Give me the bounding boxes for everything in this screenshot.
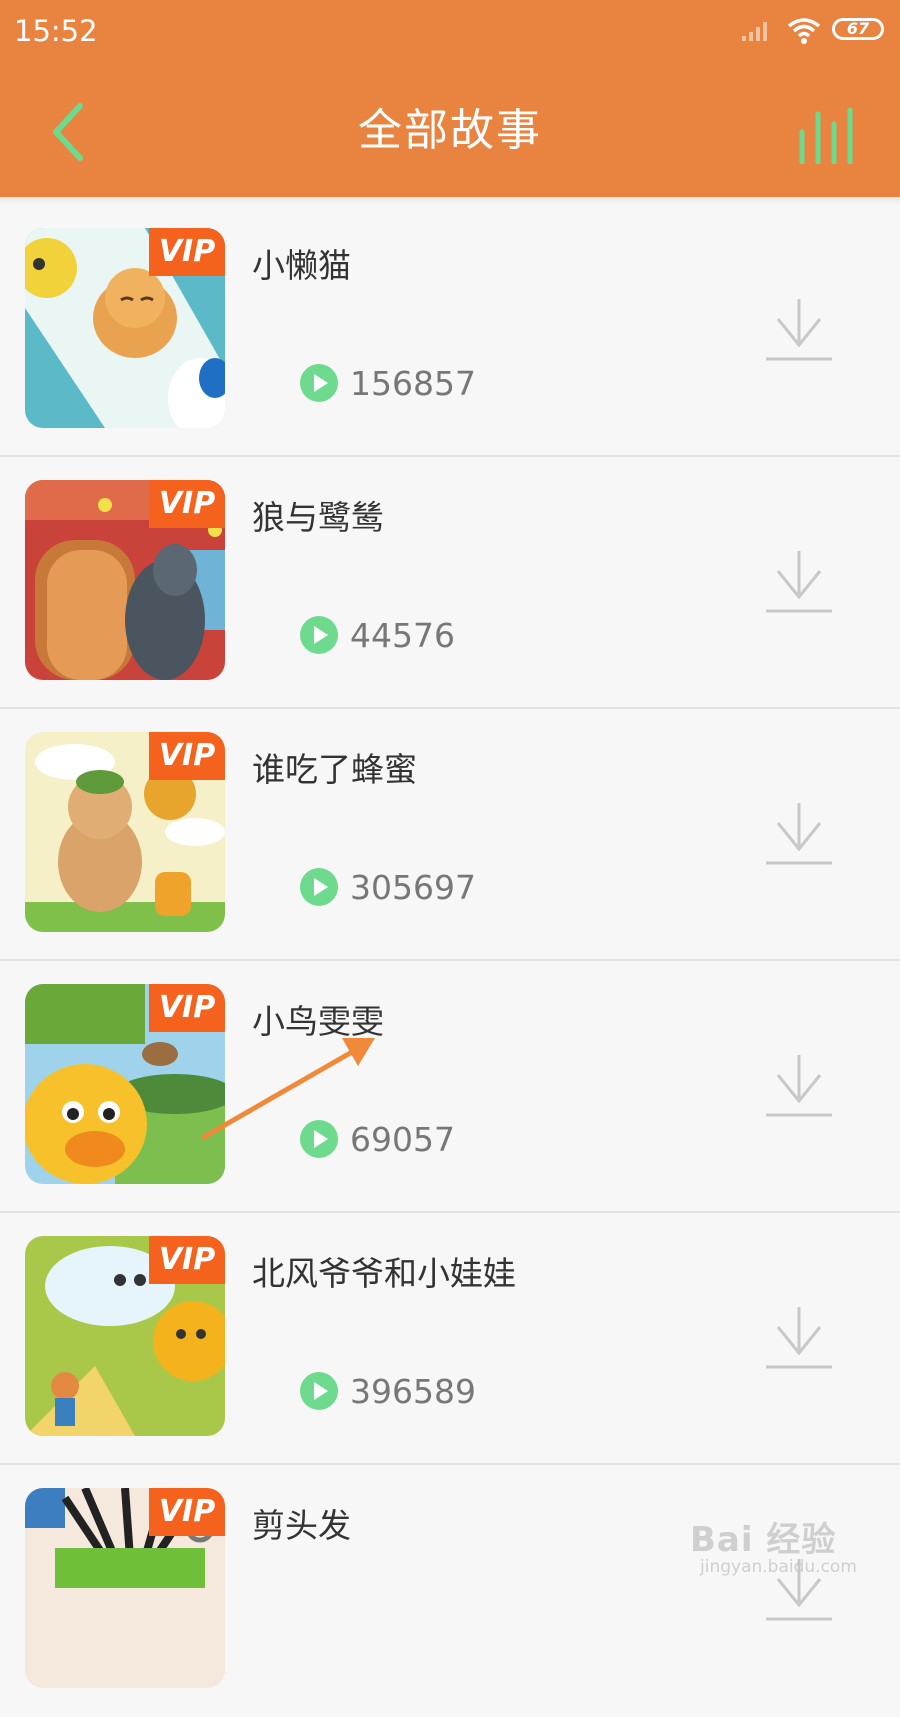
equalizer-button[interactable] xyxy=(794,104,864,165)
play-count: 396589 xyxy=(300,1371,476,1411)
top-bar: 15:52 67 全部故事 xyxy=(0,0,900,197)
download-button[interactable] xyxy=(764,801,834,867)
play-icon xyxy=(300,1372,338,1410)
play-count-value: 156857 xyxy=(350,363,476,403)
play-count-value: 305697 xyxy=(350,867,476,907)
vip-badge: VIP xyxy=(149,1236,225,1284)
download-button[interactable] xyxy=(764,1053,834,1119)
play-count: 156857 xyxy=(300,363,476,403)
header-shadow xyxy=(0,197,900,205)
play-count: 305697 xyxy=(300,867,476,907)
page-title: 全部故事 xyxy=(358,105,542,156)
vip-badge: VIP xyxy=(149,228,225,276)
wifi-icon xyxy=(787,18,821,44)
download-icon xyxy=(766,299,832,361)
story-list: VIP 小懒猫 156857 VIP 狼与鹭鸶 44576 VIP 谁吃了蜂蜜 … xyxy=(0,205,900,1717)
story-title: 小鸟雯雯 xyxy=(252,1002,384,1041)
story-title: 谁吃了蜂蜜 xyxy=(252,750,417,789)
download-button[interactable] xyxy=(764,549,834,615)
status-bar: 15:52 67 xyxy=(0,0,900,64)
play-icon xyxy=(300,616,338,654)
vip-badge: VIP xyxy=(149,480,225,528)
download-icon xyxy=(766,1307,832,1369)
vip-badge: VIP xyxy=(149,732,225,780)
story-cover-image: VIP xyxy=(25,228,225,428)
story-cover-image: VIP xyxy=(25,1236,225,1436)
watermark-brand: Bai 经验 xyxy=(690,1520,837,1560)
download-icon xyxy=(766,803,832,865)
story-cover-image: VIP xyxy=(25,1488,225,1688)
story-item[interactable]: VIP 北风爷爷和小娃娃 396589 xyxy=(0,1213,900,1465)
vip-badge: VIP xyxy=(149,984,225,1032)
story-item[interactable]: VIP 谁吃了蜂蜜 305697 xyxy=(0,709,900,961)
play-count-value: 396589 xyxy=(350,1371,476,1411)
play-count: 69057 xyxy=(300,1119,455,1159)
download-icon xyxy=(766,551,832,613)
story-cover-image: VIP xyxy=(25,480,225,680)
battery-icon: 67 xyxy=(832,18,884,40)
story-cover-image: VIP xyxy=(25,732,225,932)
battery-level: 67 xyxy=(846,19,870,38)
story-title: 狼与鹭鸶 xyxy=(252,498,384,537)
watermark-url: jingyan.baidu.com xyxy=(700,1557,857,1577)
download-button[interactable] xyxy=(764,297,834,363)
download-button[interactable] xyxy=(764,1305,834,1371)
equalizer-icon xyxy=(799,107,853,165)
story-title: 北风爷爷和小娃娃 xyxy=(252,1254,516,1293)
story-item[interactable]: VIP 狼与鹭鸶 44576 xyxy=(0,457,900,709)
play-count-value: 69057 xyxy=(350,1119,455,1159)
story-title: 剪头发 xyxy=(252,1506,351,1545)
status-time: 15:52 xyxy=(14,14,98,48)
story-item[interactable]: VIP 小鸟雯雯 69057 xyxy=(0,961,900,1213)
download-icon xyxy=(766,1055,832,1117)
play-icon xyxy=(300,868,338,906)
play-icon xyxy=(300,364,338,402)
play-icon xyxy=(300,1120,338,1158)
play-count-value: 44576 xyxy=(350,615,455,655)
story-cover-image: VIP xyxy=(25,984,225,1184)
nav-bar: 全部故事 xyxy=(0,64,900,197)
signal-icon xyxy=(742,22,767,41)
story-title: 小懒猫 xyxy=(252,246,351,285)
story-item[interactable]: VIP 小懒猫 156857 xyxy=(0,205,900,457)
play-count: 44576 xyxy=(300,615,455,655)
story-item[interactable]: VIP 剪头发 xyxy=(0,1465,900,1717)
watermark: Bai 经验 jingyan.baidu.com xyxy=(690,1512,857,1577)
vip-badge: VIP xyxy=(149,1488,225,1536)
